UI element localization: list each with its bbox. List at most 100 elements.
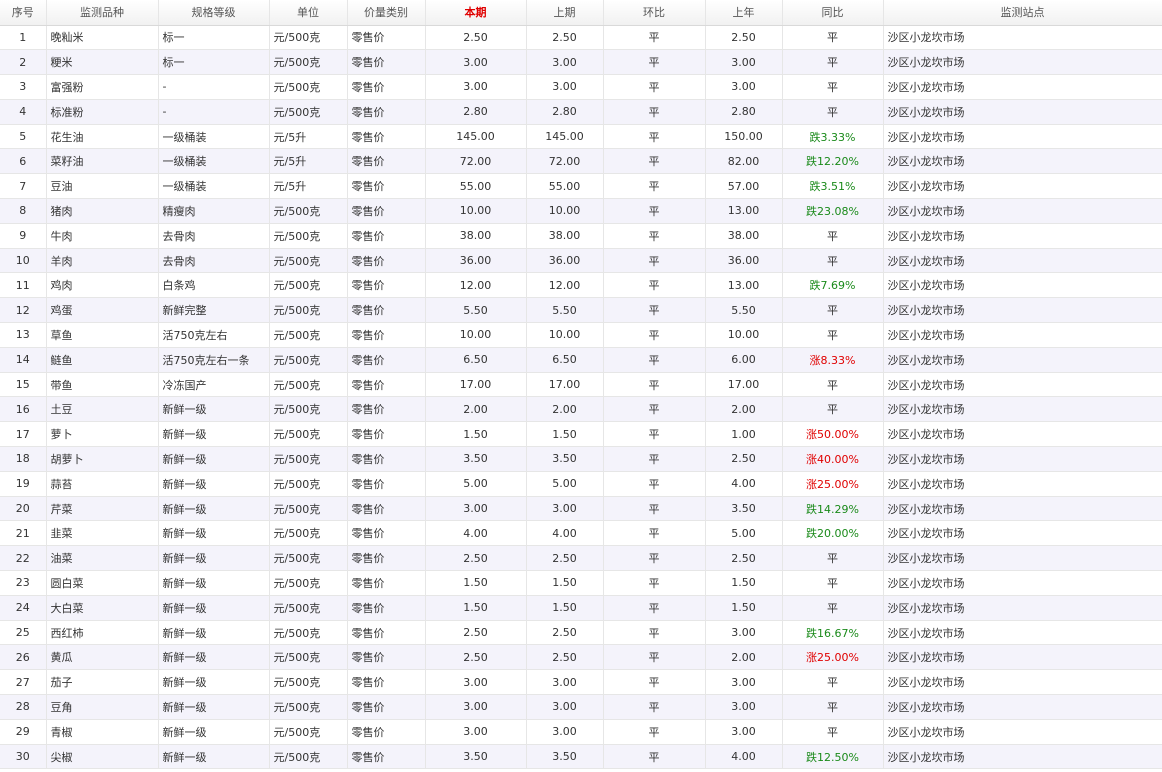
current-price-cell: 1.50	[425, 421, 527, 448]
spec-cell: -	[158, 99, 270, 125]
spec-cell: 一级桶装	[158, 148, 270, 175]
table-row[interactable]: 3 富强粉 - 元/500克 零售价 3.00 3.00 平 3.00 平沙区小龙坎市场	[0, 74, 1162, 100]
variety-cell: 蒜苔	[46, 471, 159, 497]
price-type-cell: 零售价	[347, 198, 426, 224]
table-row[interactable]: 30 尖椒 新鲜一级 元/500克 零售价 3.50 3.50 平 4.00 跌12.50% 沙区小…	[0, 744, 1162, 770]
table-row[interactable]: 26 黄瓜 新鲜一级 元/500克 零售价 2.50 2.50 平 2.00 涨25.00% 沙区小…	[0, 644, 1162, 671]
variety-cell: 鸡蛋	[46, 297, 159, 324]
variety-cell: 大白菜	[46, 595, 159, 621]
table-row[interactable]: 27 茄子 新鲜一级 元/500克 零售价 3.00 3.00 平 3.00 平沙区小龙坎市场	[0, 669, 1162, 696]
station-cell: 沙区小龙坎市场	[883, 297, 1162, 324]
unit-cell: 元/500克	[269, 74, 348, 100]
col-header-station[interactable]: 监测站点	[883, 0, 1162, 26]
spec-cell: 新鲜一级	[158, 744, 270, 770]
current-price-cell: 3.00	[425, 669, 527, 696]
table-row[interactable]: 11 鸡肉 白条鸡 元/500克 零售价 12.00 12.00 平 13.00 跌7.69% 沙区…	[0, 272, 1162, 299]
table-row[interactable]: 17 萝卜 新鲜一级 元/500克 零售价 1.50 1.50 平 1.00 涨50.00% 沙区小…	[0, 421, 1162, 448]
last-year-price-cell: 13.00	[705, 272, 783, 299]
table-row[interactable]: 19 蒜苔 新鲜一级 元/500克 零售价 5.00 5.00 平 4.00 涨25.00% 沙区小…	[0, 471, 1162, 497]
spec-cell: -	[158, 74, 270, 100]
yoy-change-text: 平	[827, 725, 838, 739]
table-row[interactable]: 18 胡萝卜 新鲜一级 元/500克 零售价 3.50 3.50 平 2.50 涨40.00% 沙区…	[0, 446, 1162, 472]
variety-cell: 油菜	[46, 545, 159, 572]
yoy-change-text: 平	[827, 700, 838, 714]
spec-cell: 新鲜一级	[158, 570, 270, 596]
index-cell: 5	[0, 124, 47, 150]
previous-price-cell: 1.50	[526, 421, 604, 448]
last-year-price-cell: 4.00	[705, 471, 783, 497]
mom-cell: 平	[603, 25, 706, 51]
table-row[interactable]: 22 油菜 新鲜一级 元/500克 零售价 2.50 2.50 平 2.50 平沙区小龙坎市场	[0, 545, 1162, 572]
table-row[interactable]: 24 大白菜 新鲜一级 元/500克 零售价 1.50 1.50 平 1.50 平沙区小龙坎市场	[0, 595, 1162, 621]
table-row[interactable]: 8 猪肉 精瘦肉 元/500克 零售价 10.00 10.00 平 13.00 跌23.08% 沙区…	[0, 198, 1162, 224]
col-header-mom[interactable]: 环比	[603, 0, 706, 26]
price-type-cell: 零售价	[347, 272, 426, 299]
yoy-change-text: 平	[827, 328, 838, 342]
variety-cell: 花生油	[46, 124, 159, 150]
table-row[interactable]: 12 鸡蛋 新鲜完整 元/500克 零售价 5.50 5.50 平 5.50 平沙区小龙坎市场	[0, 297, 1162, 324]
col-header-last-year[interactable]: 上年	[705, 0, 783, 26]
table-row[interactable]: 13 草鱼 活750克左右 元/500克 零售价 10.00 10.00 平 10.00 平沙区小…	[0, 322, 1162, 348]
current-price-cell: 10.00	[425, 198, 527, 224]
table-row[interactable]: 25 西红柿 新鲜一级 元/500克 零售价 2.50 2.50 平 3.00 跌16.67% 沙区…	[0, 620, 1162, 646]
yoy-cell: 平	[782, 669, 884, 696]
current-price-cell: 12.00	[425, 272, 527, 299]
table-row[interactable]: 5 花生油 一级桶装 元/5升 零售价 145.00 145.00 平 150.00 跌3.33%…	[0, 124, 1162, 150]
table-row[interactable]: 28 豆角 新鲜一级 元/500克 零售价 3.00 3.00 平 3.00 平沙区小龙坎市场	[0, 694, 1162, 720]
unit-cell: 元/500克	[269, 545, 348, 572]
yoy-change-text: 跌23.08%	[806, 204, 859, 218]
table-row[interactable]: 10 羊肉 去骨肉 元/500克 零售价 36.00 36.00 平 36.00 平沙区小龙坎市场	[0, 248, 1162, 274]
yoy-cell: 跌7.69%	[782, 272, 884, 299]
col-header-previous[interactable]: 上期	[526, 0, 604, 26]
yoy-change-text: 跌12.20%	[806, 155, 859, 169]
yoy-cell: 平	[782, 49, 884, 76]
index-cell: 3	[0, 74, 47, 100]
table-row[interactable]: 7 豆油 一级桶装 元/5升 零售价 55.00 55.00 平 57.00 跌3.51% 沙区小龙…	[0, 173, 1162, 200]
col-header-index[interactable]: 序号	[0, 0, 47, 26]
station-cell: 沙区小龙坎市场	[883, 644, 1162, 671]
mom-cell: 平	[603, 496, 706, 522]
col-header-price-type[interactable]: 价量类别	[347, 0, 426, 26]
table-row[interactable]: 20 芹菜 新鲜一级 元/500克 零售价 3.00 3.00 平 3.50 跌14.29% 沙区小…	[0, 496, 1162, 522]
spec-cell: 新鲜一级	[158, 446, 270, 472]
table-row[interactable]: 4 标准粉 - 元/500克 零售价 2.80 2.80 平 2.80 平沙区小龙坎市场	[0, 99, 1162, 125]
table-row[interactable]: 6 菜籽油 一级桶装 元/5升 零售价 72.00 72.00 平 82.00 跌12.20% 沙区…	[0, 148, 1162, 175]
table-row[interactable]: 29 青椒 新鲜一级 元/500克 零售价 3.00 3.00 平 3.00 平沙区小龙坎市场	[0, 719, 1162, 745]
col-header-yoy[interactable]: 同比	[782, 0, 884, 26]
unit-cell: 元/500克	[269, 669, 348, 696]
index-cell: 10	[0, 248, 47, 274]
price-type-cell: 零售价	[347, 297, 426, 324]
table-row[interactable]: 9 牛肉 去骨肉 元/500克 零售价 38.00 38.00 平 38.00 平沙区小龙坎市场	[0, 223, 1162, 249]
table-row[interactable]: 1 晚籼米 标一 元/500克 零售价 2.50 2.50 平 2.50 平沙区小龙坎市场	[0, 25, 1162, 51]
index-cell: 30	[0, 744, 47, 770]
table-row[interactable]: 14 鲢鱼 活750克左右一条 元/500克 零售价 6.50 6.50 平 6.00 涨8.33…	[0, 347, 1162, 373]
table-row[interactable]: 2 粳米 标一 元/500克 零售价 3.00 3.00 平 3.00 平沙区小龙坎市场	[0, 49, 1162, 76]
mom-cell: 平	[603, 644, 706, 671]
last-year-price-cell: 3.00	[705, 719, 783, 745]
unit-cell: 元/500克	[269, 496, 348, 522]
yoy-cell: 平	[782, 248, 884, 274]
station-cell: 沙区小龙坎市场	[883, 446, 1162, 472]
variety-cell: 青椒	[46, 719, 159, 745]
col-header-spec[interactable]: 规格等级	[158, 0, 270, 26]
col-header-variety[interactable]: 监测品种	[46, 0, 159, 26]
unit-cell: 元/500克	[269, 396, 348, 423]
table-row[interactable]: 23 圆白菜 新鲜一级 元/500克 零售价 1.50 1.50 平 1.50 平沙区小龙坎市场	[0, 570, 1162, 596]
table-row[interactable]: 16 土豆 新鲜一级 元/500克 零售价 2.00 2.00 平 2.00 平沙区小龙坎市场	[0, 396, 1162, 423]
current-price-cell: 10.00	[425, 322, 527, 348]
price-type-cell: 零售价	[347, 74, 426, 100]
table-row[interactable]: 15 带鱼 冷冻国产 元/500克 零售价 17.00 17.00 平 17.00 平沙区小龙坎市…	[0, 372, 1162, 398]
yoy-cell: 跌12.20%	[782, 148, 884, 175]
previous-price-cell: 3.50	[526, 446, 604, 472]
spec-cell: 新鲜一级	[158, 545, 270, 572]
col-header-current[interactable]: 本期	[425, 0, 527, 26]
index-cell: 14	[0, 347, 47, 373]
current-price-cell: 3.00	[425, 49, 527, 76]
spec-cell: 新鲜一级	[158, 496, 270, 522]
table-row[interactable]: 21 韭菜 新鲜一级 元/500克 零售价 4.00 4.00 平 5.00 跌20.00% 沙区小…	[0, 520, 1162, 547]
index-cell: 26	[0, 644, 47, 671]
col-header-unit[interactable]: 单位	[269, 0, 348, 26]
unit-cell: 元/500克	[269, 471, 348, 497]
mom-cell: 平	[603, 148, 706, 175]
current-price-cell: 3.50	[425, 446, 527, 472]
